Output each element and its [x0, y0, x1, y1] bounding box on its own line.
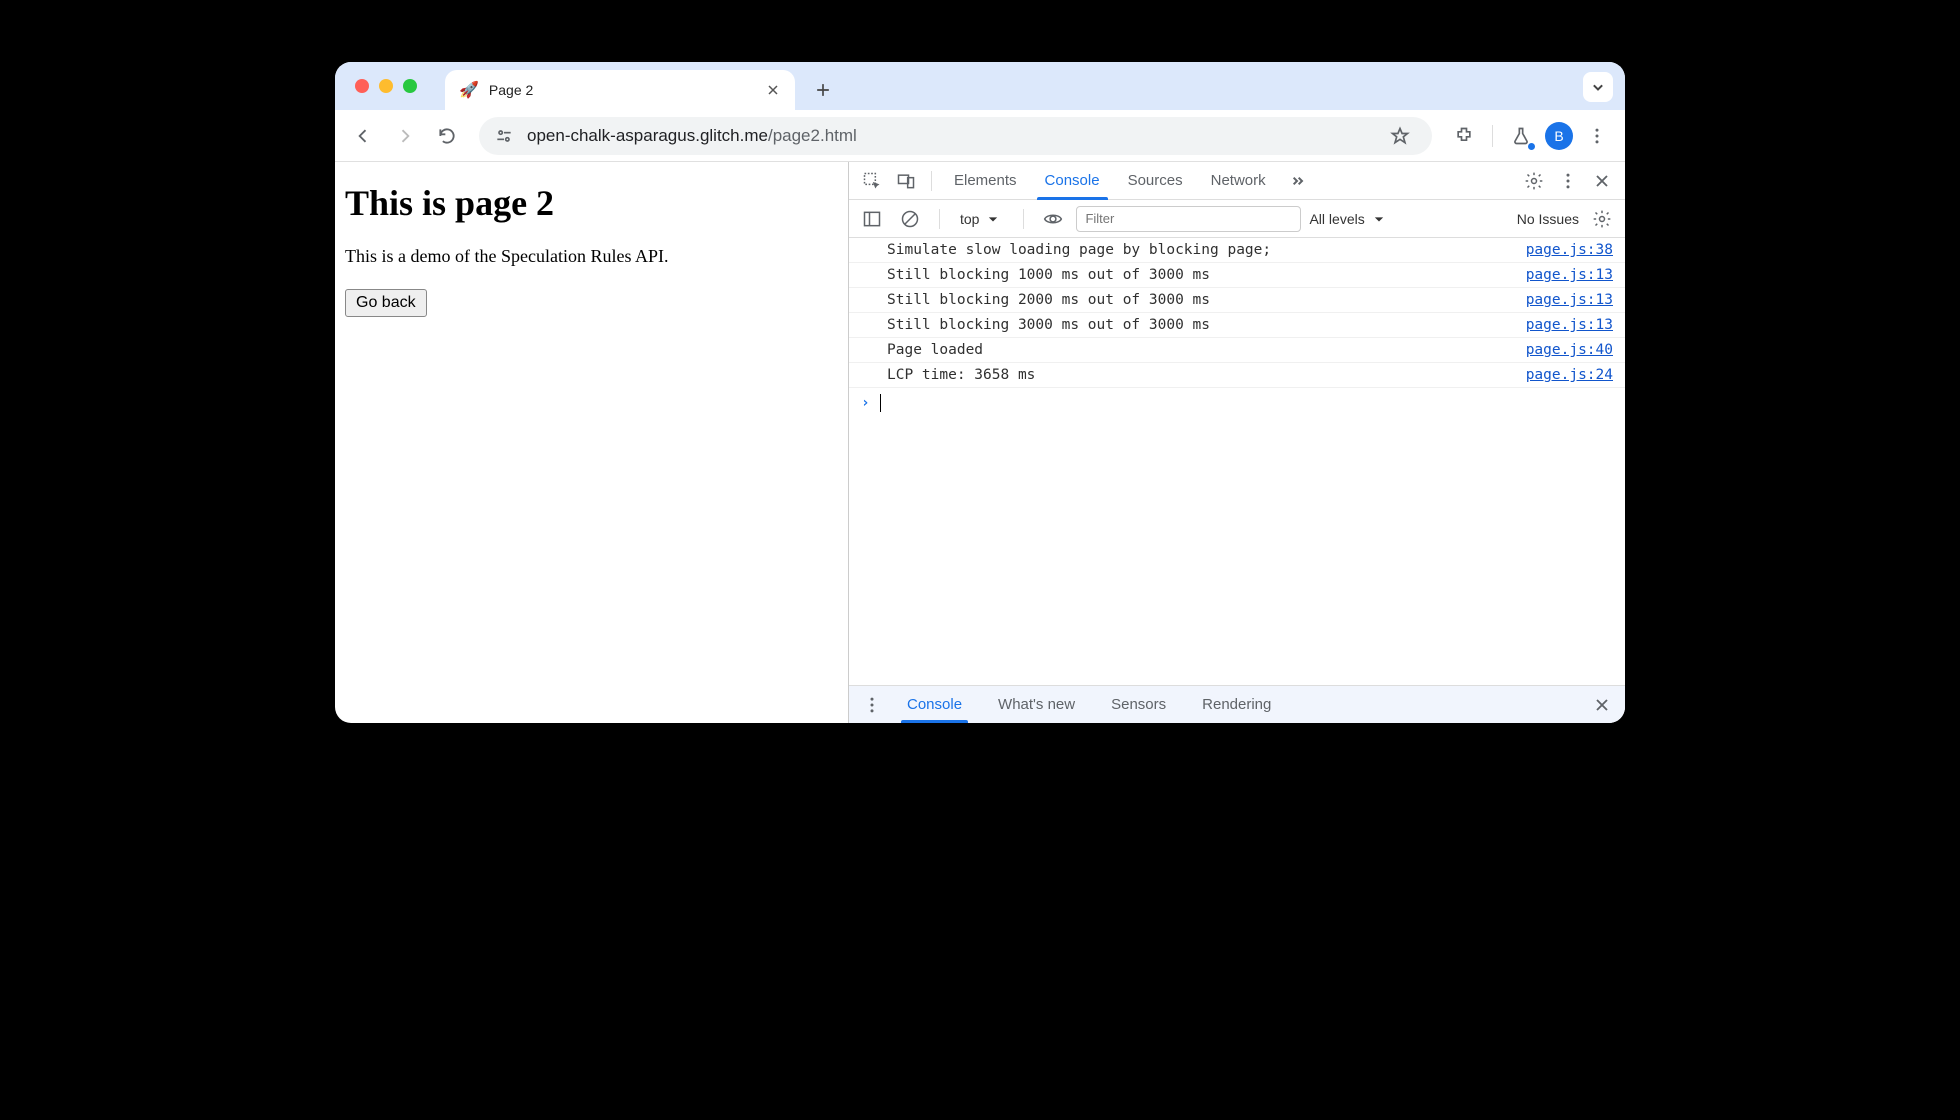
site-settings-icon[interactable] — [493, 125, 515, 147]
close-drawer-button[interactable] — [1587, 690, 1617, 720]
devtools-panel: Elements Console Sources Network — [848, 162, 1625, 723]
console-prompt[interactable]: › — [849, 388, 1625, 418]
live-expression-button[interactable] — [1038, 204, 1068, 234]
source-link[interactable]: page.js:13 — [1526, 292, 1613, 308]
drawer-tab-whatsnew[interactable]: What's new — [982, 686, 1091, 723]
url-text: open-chalk-asparagus.glitch.me/page2.htm… — [527, 126, 1370, 146]
tab-favicon: 🚀 — [459, 80, 479, 100]
log-entry: Simulate slow loading page by blocking p… — [849, 238, 1625, 263]
drawer-tab-console[interactable]: Console — [891, 686, 978, 723]
cursor — [880, 394, 881, 412]
close-tab-button[interactable] — [765, 82, 781, 98]
tabs-dropdown-button[interactable] — [1583, 72, 1613, 102]
browser-toolbar: open-chalk-asparagus.glitch.me/page2.htm… — [335, 110, 1625, 162]
maximize-window-button[interactable] — [403, 79, 417, 93]
log-entry: Still blocking 1000 ms out of 3000 mspag… — [849, 263, 1625, 288]
toolbar-divider — [1492, 125, 1493, 147]
inspect-element-button[interactable] — [857, 166, 887, 196]
reload-button[interactable] — [429, 118, 465, 154]
source-link[interactable]: page.js:13 — [1526, 267, 1613, 283]
tab-console[interactable]: Console — [1033, 162, 1112, 199]
console-settings-button[interactable] — [1587, 204, 1617, 234]
address-bar[interactable]: open-chalk-asparagus.glitch.me/page2.htm… — [479, 117, 1432, 155]
close-devtools-button[interactable] — [1587, 166, 1617, 196]
back-button[interactable] — [345, 118, 381, 154]
issues-label[interactable]: No Issues — [1517, 211, 1579, 227]
drawer-tab-rendering[interactable]: Rendering — [1186, 686, 1287, 723]
log-entry: Still blocking 3000 ms out of 3000 mspag… — [849, 313, 1625, 338]
drawer-menu-button[interactable] — [857, 690, 887, 720]
close-window-button[interactable] — [355, 79, 369, 93]
page-viewport: This is page 2 This is a demo of the Spe… — [335, 162, 848, 723]
clear-console-button[interactable] — [895, 204, 925, 234]
go-back-button[interactable]: Go back — [345, 289, 427, 317]
page-body-text: This is a demo of the Speculation Rules … — [345, 246, 838, 267]
new-tab-button[interactable] — [807, 74, 839, 106]
source-link[interactable]: page.js:38 — [1526, 242, 1613, 258]
extensions-button[interactable] — [1446, 118, 1482, 154]
tab-title: Page 2 — [489, 82, 755, 98]
devtools-tabbar: Elements Console Sources Network — [849, 162, 1625, 200]
devtools-drawer: Console What's new Sensors Rendering — [849, 685, 1625, 723]
console-toolbar: top All levels No Issues — [849, 200, 1625, 238]
device-toolbar-button[interactable] — [891, 166, 921, 196]
browser-tab[interactable]: 🚀 Page 2 — [445, 70, 795, 110]
window-controls — [335, 62, 437, 110]
content-area: This is page 2 This is a demo of the Spe… — [335, 162, 1625, 723]
devtools-settings-button[interactable] — [1519, 166, 1549, 196]
source-link[interactable]: page.js:40 — [1526, 342, 1613, 358]
log-entry: LCP time: 3658 mspage.js:24 — [849, 363, 1625, 388]
minimize-window-button[interactable] — [379, 79, 393, 93]
prompt-caret-icon: › — [861, 395, 870, 411]
filter-input[interactable] — [1076, 206, 1301, 232]
log-entry: Page loadedpage.js:40 — [849, 338, 1625, 363]
context-selector[interactable]: top — [954, 209, 1009, 229]
profile-avatar[interactable]: B — [1545, 122, 1573, 150]
tab-strip: 🚀 Page 2 — [335, 62, 1625, 110]
browser-menu-button[interactable] — [1579, 118, 1615, 154]
source-link[interactable]: page.js:13 — [1526, 317, 1613, 333]
console-log: Simulate slow loading page by blocking p… — [849, 238, 1625, 685]
more-tabs-button[interactable] — [1282, 166, 1312, 196]
tab-sources[interactable]: Sources — [1116, 162, 1195, 199]
bookmark-button[interactable] — [1382, 118, 1418, 154]
forward-button[interactable] — [387, 118, 423, 154]
log-levels-selector[interactable]: All levels — [1309, 209, 1388, 229]
tab-elements[interactable]: Elements — [942, 162, 1029, 199]
drawer-tab-sensors[interactable]: Sensors — [1095, 686, 1182, 723]
page-heading: This is page 2 — [345, 182, 838, 224]
browser-window: 🚀 Page 2 open-chalk-asparagus.glitch — [335, 62, 1625, 723]
labs-button[interactable] — [1503, 118, 1539, 154]
devtools-menu-button[interactable] — [1553, 166, 1583, 196]
log-entry: Still blocking 2000 ms out of 3000 mspag… — [849, 288, 1625, 313]
source-link[interactable]: page.js:24 — [1526, 367, 1613, 383]
toggle-sidebar-button[interactable] — [857, 204, 887, 234]
tab-network[interactable]: Network — [1199, 162, 1278, 199]
